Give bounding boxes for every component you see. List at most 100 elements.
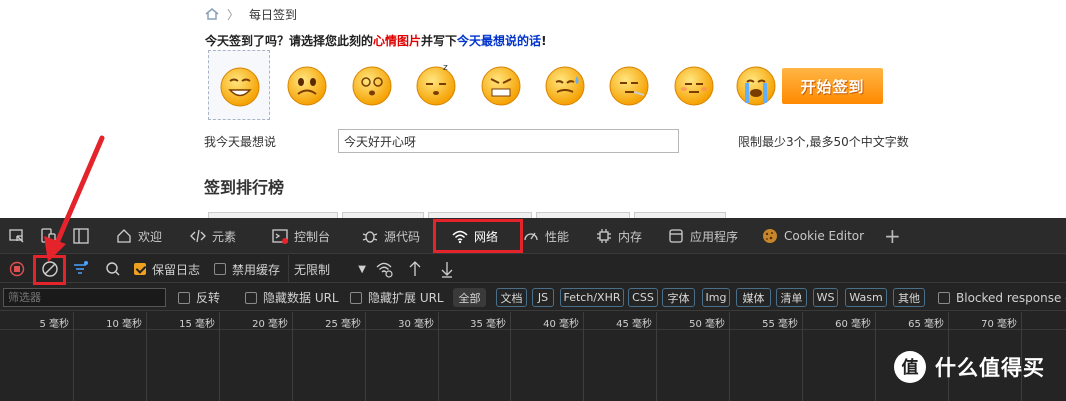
emoji-dizzy-icon xyxy=(352,66,392,106)
filter-chip[interactable]: CSS xyxy=(628,288,658,307)
tab-gauge[interactable]: 性能 xyxy=(523,218,569,254)
timeline-label: 45 毫秒 xyxy=(616,319,652,330)
checkbox-icon[interactable] xyxy=(178,291,190,304)
mood-smoke[interactable] xyxy=(598,50,660,120)
emoji-sleepy-icon: z xyxy=(416,63,456,106)
timeline-gridline xyxy=(219,312,220,401)
home-icon[interactable] xyxy=(205,8,219,20)
import-har-icon[interactable] xyxy=(406,255,424,283)
mood-shy[interactable] xyxy=(663,50,725,120)
timeline-label: 55 毫秒 xyxy=(762,319,798,330)
tab-chip[interactable]: 内存 xyxy=(596,218,642,254)
mood-tears[interactable] xyxy=(725,50,787,120)
ranking-title: 签到排行榜 xyxy=(204,178,285,197)
cookie-icon xyxy=(763,229,777,243)
inspect-element-icon[interactable] xyxy=(8,227,26,245)
export-har-icon[interactable] xyxy=(438,255,456,283)
disable-cache-label: 禁用缓存 xyxy=(232,262,281,277)
mood-sleepy[interactable]: z xyxy=(405,50,467,120)
tab-label: 欢迎 xyxy=(138,229,163,244)
tab-code[interactable]: 元素 xyxy=(190,218,236,254)
bug-icon xyxy=(362,231,378,243)
timeline-label: 15 毫秒 xyxy=(179,319,215,330)
filter-toggle-icon[interactable] xyxy=(70,255,90,283)
filter-input[interactable] xyxy=(3,288,166,307)
checkbox-icon[interactable] xyxy=(350,291,362,304)
disable-cache-checkbox[interactable]: 禁用缓存 xyxy=(214,255,280,283)
filter-chip[interactable]: Img xyxy=(702,288,730,307)
throttle-select[interactable]: 无限制 ▼ xyxy=(288,255,366,283)
tab-bug[interactable]: 源代码 xyxy=(362,218,420,254)
emoji-cry-sad-icon xyxy=(287,66,327,106)
dock-icon[interactable] xyxy=(72,227,90,245)
tab-home[interactable]: 欢迎 xyxy=(116,218,162,254)
wish-input[interactable] xyxy=(338,129,679,153)
caret-down-icon: ▼ xyxy=(358,263,366,275)
filter-chip[interactable]: JS xyxy=(532,288,554,307)
emoji-sweat-icon xyxy=(545,66,585,106)
hide-ext-urls-checkbox[interactable]: 隐藏扩展 URL xyxy=(350,284,444,311)
breadcrumb: 〉 每日签到 xyxy=(205,6,297,22)
timeline-gridline xyxy=(656,312,657,401)
blocked-response-label: Blocked response co xyxy=(956,290,1066,305)
timeline-gridline xyxy=(146,312,147,401)
timeline-gridline xyxy=(729,312,730,401)
timeline-label: 25 毫秒 xyxy=(325,319,361,330)
record-stop-icon[interactable] xyxy=(8,255,26,283)
tab-cookie[interactable]: Cookie Editor xyxy=(762,218,864,254)
timeline-gridline xyxy=(438,312,439,401)
blocked-response-checkbox[interactable]: Blocked response co xyxy=(938,284,1066,311)
search-icon[interactable] xyxy=(104,255,122,283)
watermark-text: 什么值得买 xyxy=(935,356,1045,380)
prompt-end: ! xyxy=(541,34,547,48)
svg-text:值: 值 xyxy=(902,357,919,378)
tab-app[interactable]: 应用程序 xyxy=(668,218,738,254)
start-signin-button[interactable]: 开始签到 xyxy=(782,68,883,104)
timeline-label: 30 毫秒 xyxy=(398,319,434,330)
checkbox-icon[interactable] xyxy=(245,291,257,304)
prompt-mood-highlight: 心情图片 xyxy=(373,34,422,48)
filter-chip[interactable]: Wasm xyxy=(845,288,887,307)
filter-chip[interactable]: 清单 xyxy=(776,288,807,307)
preserve-log-checkbox[interactable]: 保留日志 xyxy=(134,255,200,283)
throttle-value: 无限制 xyxy=(294,262,331,277)
timeline-gridline xyxy=(510,312,511,401)
breadcrumb-current: 每日签到 xyxy=(249,7,298,22)
filter-chip[interactable]: WS xyxy=(813,288,838,307)
hide-data-urls-checkbox[interactable]: 隐藏数据 URL xyxy=(245,284,339,311)
add-tab-icon[interactable]: + xyxy=(884,218,901,254)
checkbox-icon[interactable] xyxy=(214,263,226,275)
chevron-right-icon: 〉 xyxy=(227,7,240,22)
mood-cry-sad[interactable] xyxy=(276,50,338,120)
mood-smile[interactable] xyxy=(208,50,270,120)
timeline-label: 65 毫秒 xyxy=(908,319,944,330)
tab-label: 控制台 xyxy=(294,229,331,244)
timeline-label: 35 毫秒 xyxy=(470,319,506,330)
watermark: 值 什么值得买 xyxy=(893,350,1045,384)
tab-console[interactable]: 控制台 xyxy=(272,218,330,254)
wish-limit-hint: 限制最少3个,最多50个中文字数 xyxy=(738,135,909,149)
filter-chip[interactable]: 全部 xyxy=(453,288,486,307)
mood-angry[interactable] xyxy=(470,50,532,120)
checkbox-checked-icon[interactable] xyxy=(134,263,146,275)
filter-chip[interactable]: 媒体 xyxy=(736,288,771,307)
device-emulation-icon[interactable] xyxy=(40,227,58,245)
emoji-smoke-icon xyxy=(609,66,649,106)
filter-chip[interactable]: Fetch/XHR xyxy=(560,288,624,307)
timeline-gridline xyxy=(73,312,74,401)
mood-dizzy[interactable] xyxy=(341,50,403,120)
tab-label: 应用程序 xyxy=(690,229,739,244)
tab-label: 性能 xyxy=(545,229,570,244)
signin-prompt: 今天签到了吗？请选择您此刻的心情图片并写下今天最想说的话! xyxy=(205,32,547,49)
filter-chip[interactable]: 其他 xyxy=(893,288,925,307)
timeline-gridline xyxy=(875,312,876,401)
filter-chip[interactable]: 文档 xyxy=(496,288,527,307)
home-icon xyxy=(117,229,131,243)
mood-sweat[interactable] xyxy=(534,50,596,120)
svg-text:z: z xyxy=(443,63,448,73)
network-conditions-icon[interactable] xyxy=(374,255,394,283)
timeline-gridline xyxy=(365,312,366,401)
checkbox-icon[interactable] xyxy=(938,291,950,304)
filter-chip[interactable]: 字体 xyxy=(662,288,695,307)
invert-checkbox[interactable]: 反转 xyxy=(178,284,220,311)
